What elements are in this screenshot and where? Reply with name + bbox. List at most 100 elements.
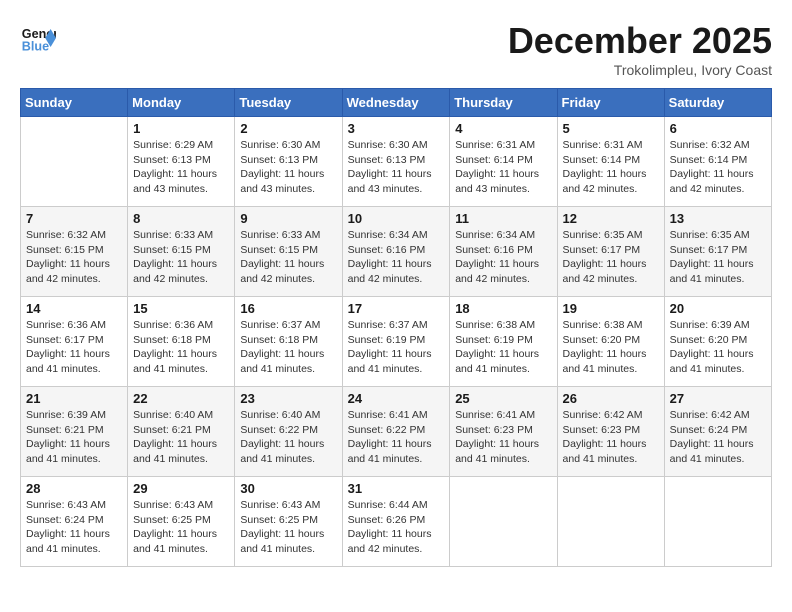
day-number: 4 [455, 121, 551, 136]
week-row-1: 1 Sunrise: 6:29 AMSunset: 6:13 PMDaylight… [21, 117, 772, 207]
header-cell-friday: Friday [557, 89, 664, 117]
day-number: 7 [26, 211, 122, 226]
day-number: 26 [563, 391, 659, 406]
day-info: Sunrise: 6:41 AMSunset: 6:22 PMDaylight:… [348, 408, 445, 467]
day-info: Sunrise: 6:40 AMSunset: 6:21 PMDaylight:… [133, 408, 229, 467]
day-number: 2 [240, 121, 336, 136]
day-cell: 15Sunrise: 6:36 AMSunset: 6:18 PMDayligh… [128, 297, 235, 387]
day-cell: 3 Sunrise: 6:30 AMSunset: 6:13 PMDaylight… [342, 117, 450, 207]
header-cell-thursday: Thursday [450, 89, 557, 117]
day-info: Sunrise: 6:34 AMSunset: 6:16 PMDaylight:… [348, 228, 445, 287]
day-cell: 24 Sunrise: 6:41 AMSunset: 6:22 PMDayligh… [342, 387, 450, 477]
day-info: Sunrise: 6:32 AMSunset: 6:14 PMDaylight:… [670, 138, 766, 197]
day-info: Sunrise: 6:44 AMSunset: 6:26 PMDaylight:… [348, 498, 445, 557]
calendar-body: 1 Sunrise: 6:29 AMSunset: 6:13 PMDaylight… [21, 117, 772, 567]
day-info: Sunrise: 6:36 AMSunset: 6:18 PMDaylight:… [133, 318, 229, 377]
day-number: 19 [563, 301, 659, 316]
title-area: December 2025 Trokolimpleu, Ivory Coast [508, 20, 772, 78]
day-number: 25 [455, 391, 551, 406]
day-number: 24 [348, 391, 445, 406]
day-info: Sunrise: 6:31 AMSunset: 6:14 PMDaylight:… [455, 138, 551, 197]
day-number: 20 [670, 301, 766, 316]
day-number: 8 [133, 211, 229, 226]
day-info: Sunrise: 6:37 AMSunset: 6:19 PMDaylight:… [348, 318, 445, 377]
day-info: Sunrise: 6:43 AMSunset: 6:25 PMDaylight:… [240, 498, 336, 557]
day-info: Sunrise: 6:39 AMSunset: 6:21 PMDaylight:… [26, 408, 122, 467]
day-number: 12 [563, 211, 659, 226]
day-info: Sunrise: 6:30 AMSunset: 6:13 PMDaylight:… [348, 138, 445, 197]
day-cell: 23 Sunrise: 6:40 AMSunset: 6:22 PMDayligh… [235, 387, 342, 477]
header-row: SundayMondayTuesdayWednesdayThursdayFrid… [21, 89, 772, 117]
logo-icon: General Blue [20, 20, 56, 56]
day-number: 14 [26, 301, 122, 316]
subtitle: Trokolimpleu, Ivory Coast [508, 62, 772, 78]
day-cell: 11 Sunrise: 6:34 AMSunset: 6:16 PMDayligh… [450, 207, 557, 297]
day-cell: 6 Sunrise: 6:32 AMSunset: 6:14 PMDaylight… [664, 117, 771, 207]
day-cell: 28Sunrise: 6:43 AMSunset: 6:24 PMDayligh… [21, 477, 128, 567]
day-info: Sunrise: 6:33 AMSunset: 6:15 PMDaylight:… [133, 228, 229, 287]
day-number: 28 [26, 481, 122, 496]
day-cell: 5Sunrise: 6:31 AMSunset: 6:14 PMDaylight… [557, 117, 664, 207]
day-cell: 7Sunrise: 6:32 AMSunset: 6:15 PMDaylight… [21, 207, 128, 297]
day-cell: 30 Sunrise: 6:43 AMSunset: 6:25 PMDayligh… [235, 477, 342, 567]
day-number: 10 [348, 211, 445, 226]
day-cell: 2 Sunrise: 6:30 AMSunset: 6:13 PMDaylight… [235, 117, 342, 207]
day-cell: 9Sunrise: 6:33 AMSunset: 6:15 PMDaylight… [235, 207, 342, 297]
day-number: 18 [455, 301, 551, 316]
day-cell: 18Sunrise: 6:38 AMSunset: 6:19 PMDayligh… [450, 297, 557, 387]
day-cell: 13Sunrise: 6:35 AMSunset: 6:17 PMDayligh… [664, 207, 771, 297]
day-cell [664, 477, 771, 567]
header-cell-wednesday: Wednesday [342, 89, 450, 117]
day-cell: 4 Sunrise: 6:31 AMSunset: 6:14 PMDaylight… [450, 117, 557, 207]
day-cell: 31Sunrise: 6:44 AMSunset: 6:26 PMDayligh… [342, 477, 450, 567]
day-number: 9 [240, 211, 336, 226]
day-cell: 27 Sunrise: 6:42 AMSunset: 6:24 PMDayligh… [664, 387, 771, 477]
day-number: 1 [133, 121, 229, 136]
day-cell: 26 Sunrise: 6:42 AMSunset: 6:23 PMDayligh… [557, 387, 664, 477]
day-info: Sunrise: 6:29 AMSunset: 6:13 PMDaylight:… [133, 138, 229, 197]
day-info: Sunrise: 6:38 AMSunset: 6:20 PMDaylight:… [563, 318, 659, 377]
svg-text:Blue: Blue [22, 40, 49, 54]
week-row-2: 7Sunrise: 6:32 AMSunset: 6:15 PMDaylight… [21, 207, 772, 297]
header-cell-monday: Monday [128, 89, 235, 117]
header-cell-sunday: Sunday [21, 89, 128, 117]
logo: General Blue [20, 20, 56, 56]
day-cell: 8 Sunrise: 6:33 AMSunset: 6:15 PMDaylight… [128, 207, 235, 297]
day-cell: 14 Sunrise: 6:36 AMSunset: 6:17 PMDayligh… [21, 297, 128, 387]
day-info: Sunrise: 6:35 AMSunset: 6:17 PMDaylight:… [563, 228, 659, 287]
day-info: Sunrise: 6:39 AMSunset: 6:20 PMDaylight:… [670, 318, 766, 377]
day-number: 30 [240, 481, 336, 496]
day-info: Sunrise: 6:42 AMSunset: 6:24 PMDaylight:… [670, 408, 766, 467]
day-cell: 19 Sunrise: 6:38 AMSunset: 6:20 PMDayligh… [557, 297, 664, 387]
day-number: 11 [455, 211, 551, 226]
day-info: Sunrise: 6:34 AMSunset: 6:16 PMDaylight:… [455, 228, 551, 287]
day-number: 23 [240, 391, 336, 406]
day-info: Sunrise: 6:42 AMSunset: 6:23 PMDaylight:… [563, 408, 659, 467]
week-row-3: 14 Sunrise: 6:36 AMSunset: 6:17 PMDayligh… [21, 297, 772, 387]
main-title: December 2025 [508, 20, 772, 62]
day-number: 17 [348, 301, 445, 316]
day-info: Sunrise: 6:31 AMSunset: 6:14 PMDaylight:… [563, 138, 659, 197]
day-cell: 12 Sunrise: 6:35 AMSunset: 6:17 PMDayligh… [557, 207, 664, 297]
day-info: Sunrise: 6:35 AMSunset: 6:17 PMDaylight:… [670, 228, 766, 287]
week-row-4: 21 Sunrise: 6:39 AMSunset: 6:21 PMDayligh… [21, 387, 772, 477]
day-number: 6 [670, 121, 766, 136]
day-info: Sunrise: 6:30 AMSunset: 6:13 PMDaylight:… [240, 138, 336, 197]
day-info: Sunrise: 6:40 AMSunset: 6:22 PMDaylight:… [240, 408, 336, 467]
day-cell: 22 Sunrise: 6:40 AMSunset: 6:21 PMDayligh… [128, 387, 235, 477]
day-number: 22 [133, 391, 229, 406]
header-cell-saturday: Saturday [664, 89, 771, 117]
calendar-header: SundayMondayTuesdayWednesdayThursdayFrid… [21, 89, 772, 117]
day-info: Sunrise: 6:36 AMSunset: 6:17 PMDaylight:… [26, 318, 122, 377]
day-cell [557, 477, 664, 567]
day-cell: 10 Sunrise: 6:34 AMSunset: 6:16 PMDayligh… [342, 207, 450, 297]
day-cell: 21 Sunrise: 6:39 AMSunset: 6:21 PMDayligh… [21, 387, 128, 477]
day-number: 29 [133, 481, 229, 496]
day-number: 27 [670, 391, 766, 406]
day-number: 3 [348, 121, 445, 136]
day-cell: 29Sunrise: 6:43 AMSunset: 6:25 PMDayligh… [128, 477, 235, 567]
day-number: 21 [26, 391, 122, 406]
header-cell-tuesday: Tuesday [235, 89, 342, 117]
day-cell [21, 117, 128, 207]
day-number: 16 [240, 301, 336, 316]
